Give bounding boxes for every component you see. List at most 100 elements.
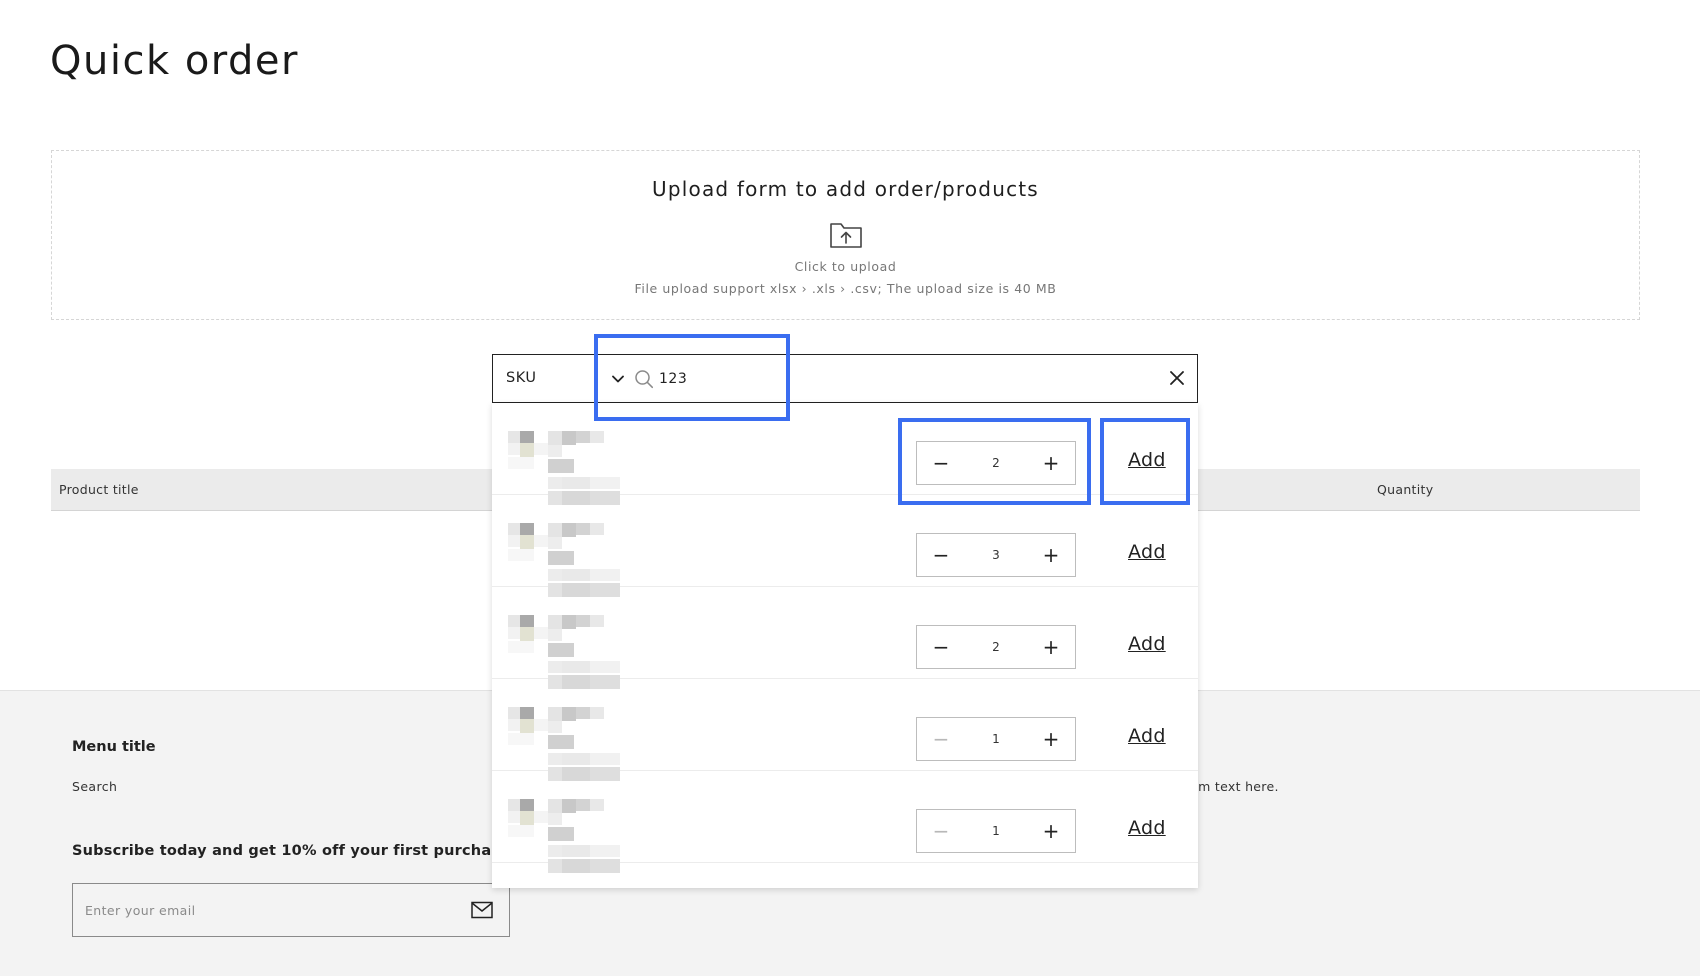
thumbnail-pixel: [562, 707, 576, 721]
quantity-stepper[interactable]: − 2 +: [916, 625, 1076, 669]
chevron-down-icon[interactable]: [611, 373, 625, 385]
thumbnail-pixel: [562, 753, 590, 765]
decrease-quantity-button[interactable]: −: [917, 442, 965, 484]
thumbnail-pixel: [534, 443, 548, 455]
thumbnail-pixel: [576, 523, 590, 535]
thumbnail-pixel: [508, 627, 520, 639]
quantity-value[interactable]: 1: [965, 810, 1027, 852]
column-quantity: Quantity: [1377, 482, 1434, 497]
mail-icon[interactable]: [471, 901, 493, 919]
quantity-value[interactable]: 2: [965, 626, 1027, 668]
increase-quantity-button[interactable]: +: [1027, 718, 1075, 760]
quantity-value[interactable]: 3: [965, 534, 1027, 576]
thumbnail-pixel: [508, 431, 520, 443]
search-icon: [635, 370, 654, 389]
thumbnail-pixel: [548, 537, 562, 549]
thumbnail-pixel: [520, 719, 534, 733]
search-type-label: SKU: [506, 370, 537, 386]
search-results-dropdown: − 2 + Add − 3 + Add − 2 + Add − 1 + Add: [492, 403, 1198, 888]
thumbnail-pixel: [590, 845, 620, 857]
thumbnail-pixel: [590, 523, 604, 535]
thumbnail-pixel: [508, 549, 534, 561]
thumbnail-pixel: [548, 643, 574, 657]
thumbnail-pixel: [548, 615, 562, 629]
decrease-quantity-button[interactable]: −: [917, 718, 965, 760]
thumbnail-pixel: [590, 615, 604, 627]
add-to-order-button[interactable]: Add: [1128, 541, 1166, 563]
add-to-order-button[interactable]: Add: [1128, 725, 1166, 747]
thumbnail-pixel: [548, 735, 574, 749]
decrease-quantity-button[interactable]: −: [917, 626, 965, 668]
thumbnail-pixel: [548, 859, 562, 873]
increase-quantity-button[interactable]: +: [1027, 534, 1075, 576]
quantity-stepper[interactable]: − 2 +: [916, 441, 1076, 485]
thumbnail-pixel: [576, 799, 590, 811]
thumbnail-pixel: [508, 457, 534, 469]
thumbnail-pixel: [548, 707, 562, 721]
thumbnail-pixel: [590, 661, 620, 673]
increase-quantity-button[interactable]: +: [1027, 626, 1075, 668]
thumbnail-pixel: [508, 535, 520, 547]
add-to-order-button[interactable]: Add: [1128, 817, 1166, 839]
newsletter-email-field[interactable]: [72, 883, 510, 937]
add-to-order-button[interactable]: Add: [1128, 633, 1166, 655]
upload-click-label[interactable]: Click to upload: [52, 259, 1639, 274]
decrease-quantity-button[interactable]: −: [917, 810, 965, 852]
thumbnail-pixel: [520, 627, 534, 641]
search-type-select[interactable]: SKU: [493, 355, 633, 402]
footer-menu-title: Menu title: [72, 739, 156, 755]
search-input[interactable]: [659, 355, 1139, 402]
thumbnail-pixel: [562, 477, 590, 489]
product-thumbnail: [508, 523, 620, 597]
thumbnail-pixel: [548, 523, 562, 537]
quantity-stepper[interactable]: − 1 +: [916, 717, 1076, 761]
thumbnail-pixel: [590, 859, 620, 873]
thumbnail-pixel: [548, 629, 562, 641]
thumbnail-pixel: [520, 811, 534, 825]
thumbnail-pixel: [548, 569, 562, 581]
footer-link-search[interactable]: Search: [72, 779, 117, 794]
thumbnail-pixel: [508, 733, 534, 745]
thumbnail-pixel: [520, 615, 534, 629]
thumbnail-pixel: [508, 825, 534, 837]
thumbnail-pixel: [508, 719, 520, 731]
email-input[interactable]: [85, 884, 445, 936]
quantity-stepper[interactable]: − 3 +: [916, 533, 1076, 577]
thumbnail-pixel: [548, 661, 562, 673]
thumbnail-pixel: [590, 799, 604, 811]
thumbnail-pixel: [520, 707, 534, 721]
thumbnail-pixel: [508, 641, 534, 653]
upload-folder-icon[interactable]: [829, 219, 863, 249]
thumbnail-pixel: [590, 707, 604, 719]
thumbnail-pixel: [520, 799, 534, 813]
quantity-value[interactable]: 2: [965, 442, 1027, 484]
thumbnail-pixel: [548, 827, 574, 841]
thumbnail-pixel: [576, 615, 590, 627]
thumbnail-pixel: [508, 799, 520, 811]
decrease-quantity-button[interactable]: −: [917, 534, 965, 576]
thumbnail-pixel: [562, 799, 576, 813]
result-row: − 3 + Add: [492, 495, 1198, 597]
product-thumbnail: [508, 431, 620, 505]
increase-quantity-button[interactable]: +: [1027, 810, 1075, 852]
product-thumbnail: [508, 615, 620, 689]
thumbnail-pixel: [590, 477, 620, 489]
quantity-stepper[interactable]: − 1 +: [916, 809, 1076, 853]
close-icon[interactable]: [1167, 368, 1187, 388]
increase-quantity-button[interactable]: +: [1027, 442, 1075, 484]
thumbnail-pixel: [548, 799, 562, 813]
upload-dropzone[interactable]: Upload form to add order/products Click …: [51, 150, 1640, 320]
quantity-value[interactable]: 1: [965, 718, 1027, 760]
result-row: − 2 + Add: [492, 403, 1198, 505]
thumbnail-pixel: [548, 753, 562, 765]
thumbnail-pixel: [576, 707, 590, 719]
thumbnail-pixel: [520, 443, 534, 457]
thumbnail-pixel: [590, 431, 604, 443]
thumbnail-pixel: [562, 859, 590, 873]
thumbnail-pixel: [548, 721, 562, 733]
add-to-order-button[interactable]: Add: [1128, 449, 1166, 471]
page-title: Quick order: [50, 38, 299, 84]
thumbnail-pixel: [548, 551, 574, 565]
thumbnail-pixel: [508, 707, 520, 719]
upload-support-text: File upload support xlsx › .xls › .csv; …: [634, 281, 1057, 296]
